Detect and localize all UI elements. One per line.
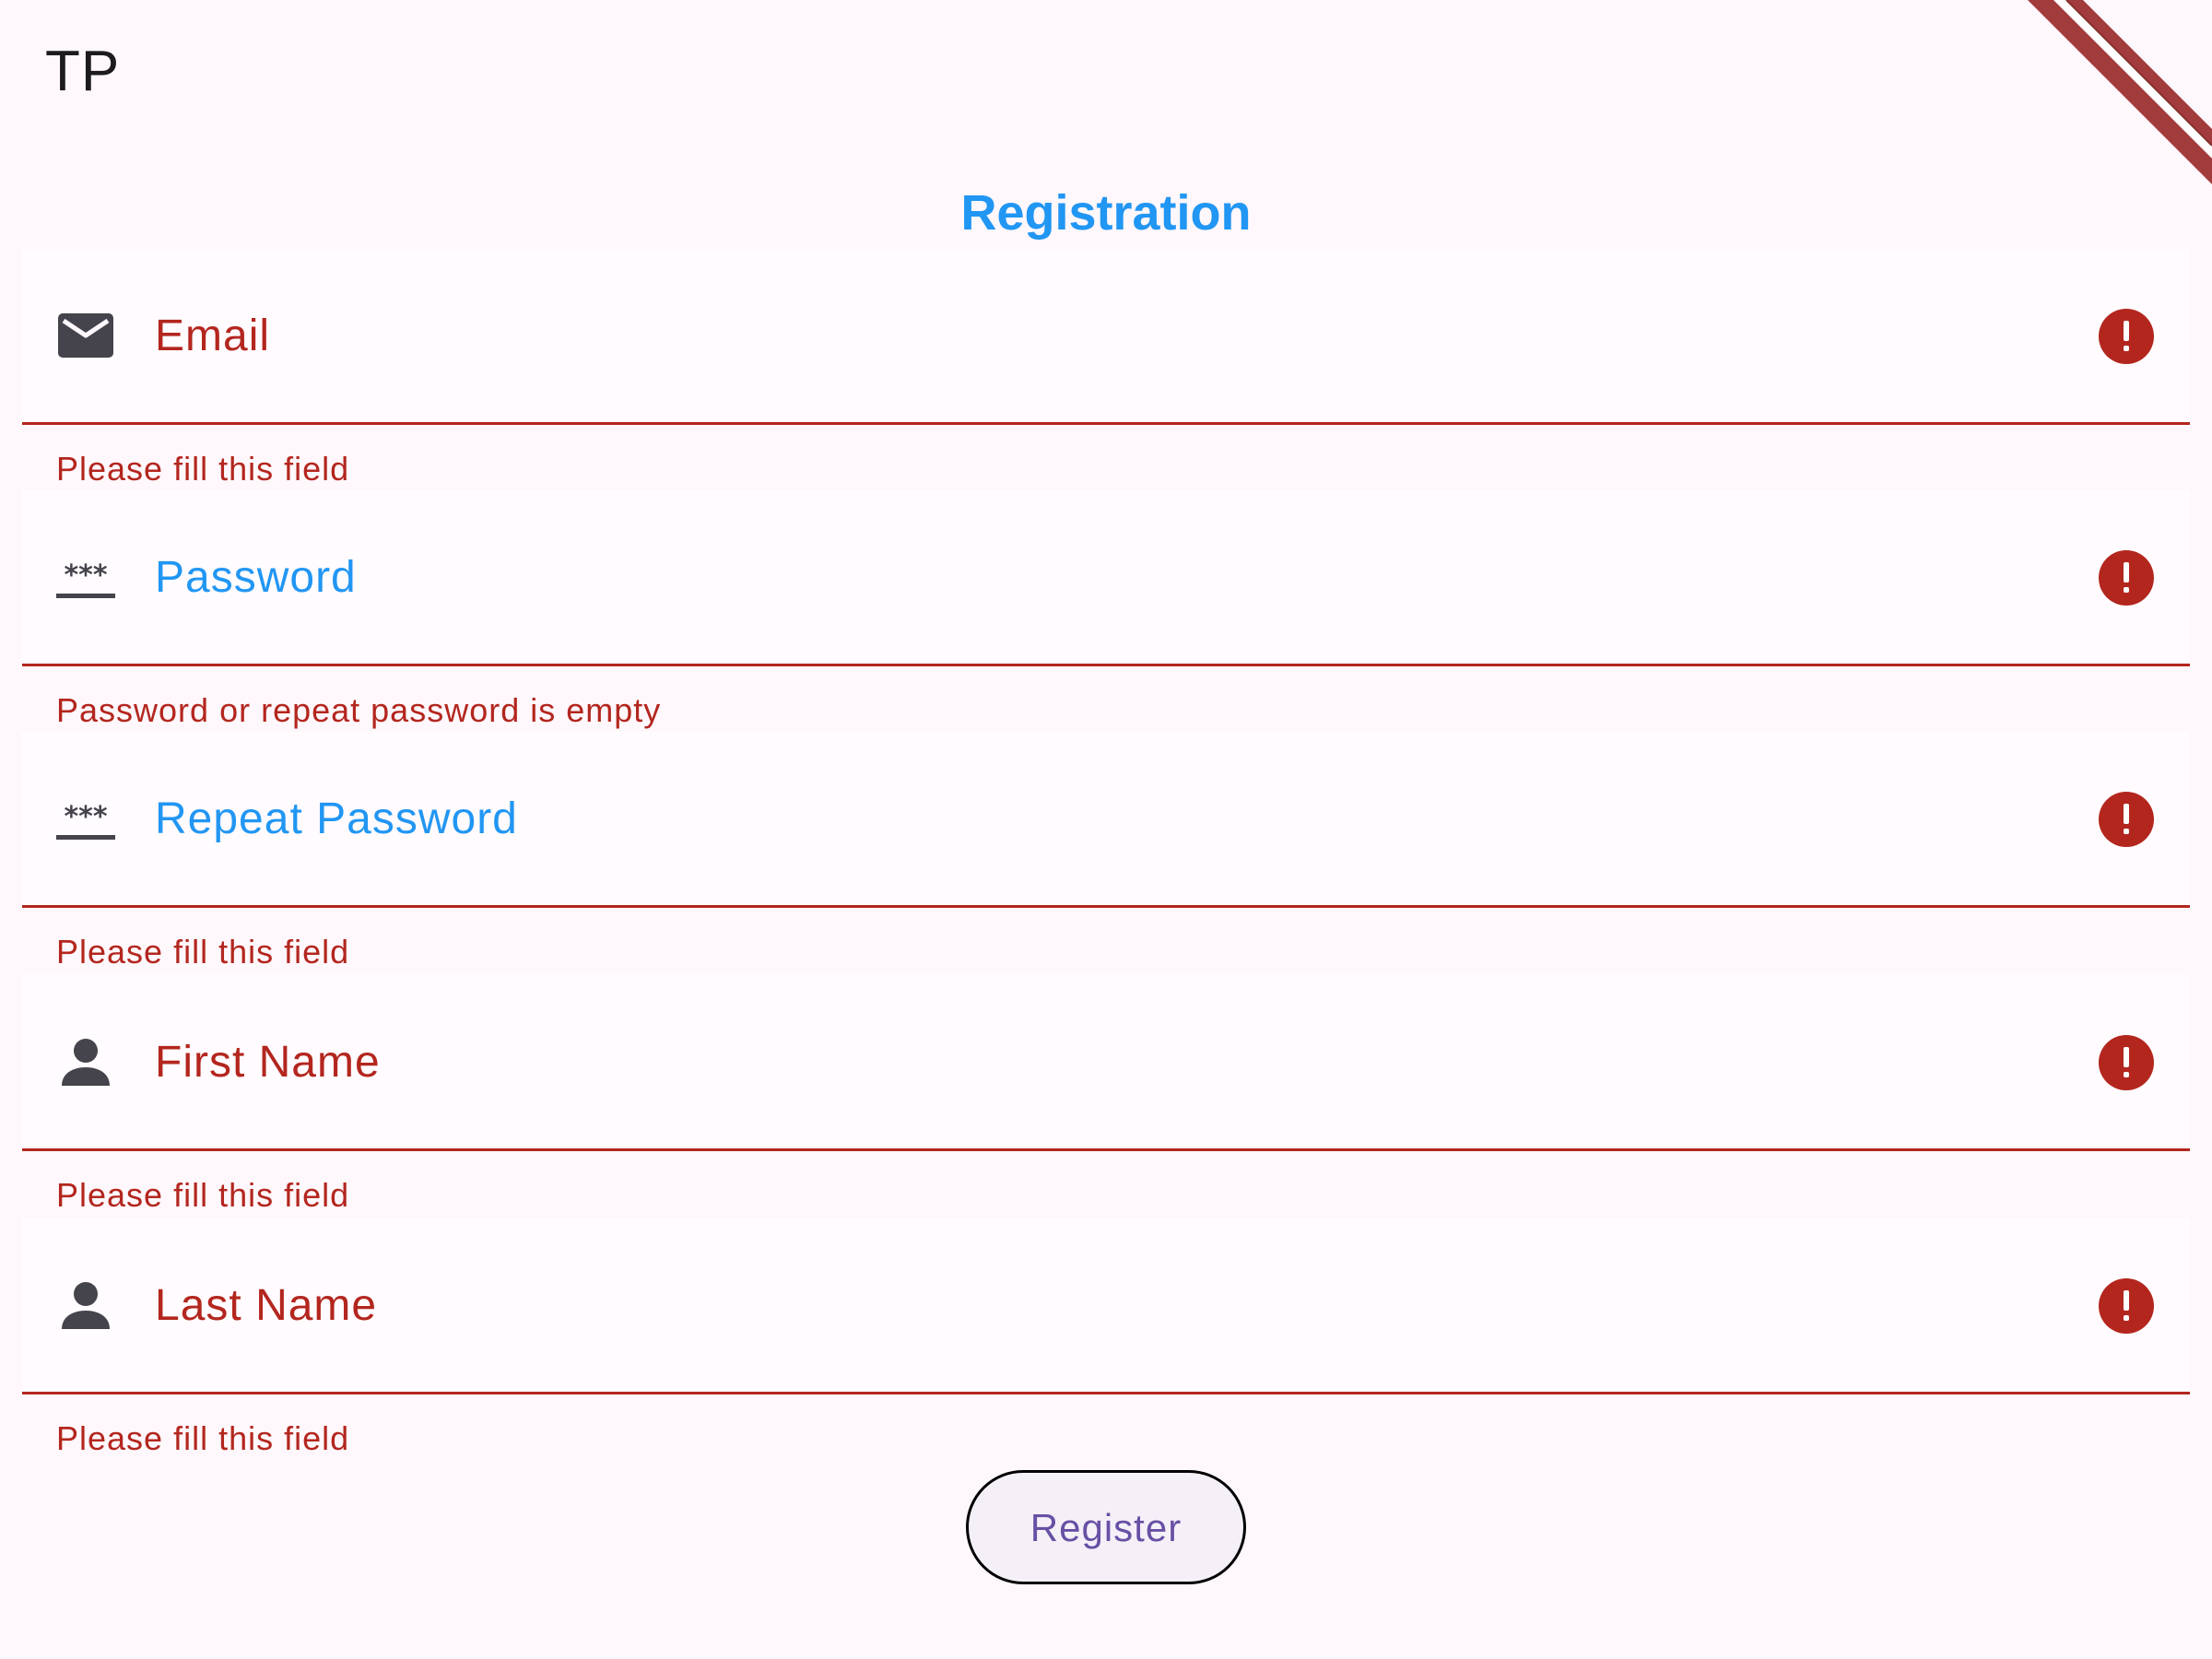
first-name-field[interactable]: First Name [22, 975, 2190, 1151]
first-name-label: First Name [155, 1038, 381, 1087]
first-name-helper-text: Please fill this field [56, 1176, 350, 1214]
last-name-field[interactable]: Last Name [22, 1218, 2190, 1394]
person-icon [55, 1276, 116, 1336]
debug-banner [2028, 0, 2212, 184]
password-label: Password [155, 553, 357, 602]
register-button[interactable]: Register [966, 1470, 1246, 1584]
error-icon [2098, 308, 2155, 365]
error-icon [2098, 1034, 2155, 1091]
svg-text:***: *** [64, 559, 107, 592]
repeat-password-field[interactable]: *** Repeat Password [22, 732, 2190, 908]
repeat-password-label: Repeat Password [155, 794, 518, 843]
svg-text:***: *** [64, 801, 107, 833]
last-name-helper-text: Please fill this field [56, 1419, 350, 1457]
email-icon [55, 306, 116, 367]
password-icon: *** [55, 547, 116, 608]
repeat-password-helper-text: Please fill this field [56, 933, 350, 971]
page-heading: Registration [960, 185, 1252, 241]
error-icon [2098, 549, 2155, 606]
app-title: TP [45, 40, 121, 103]
email-label: Email [155, 312, 271, 360]
password-field[interactable]: *** Password [22, 490, 2190, 666]
email-field[interactable]: Email [22, 249, 2190, 425]
error-icon [2098, 1277, 2155, 1335]
person-icon [55, 1032, 116, 1093]
email-helper-text: Please fill this field [56, 450, 350, 488]
password-icon: *** [55, 789, 116, 850]
password-helper-text: Password or repeat password is empty [56, 691, 662, 729]
error-icon [2098, 791, 2155, 848]
last-name-label: Last Name [155, 1281, 378, 1330]
